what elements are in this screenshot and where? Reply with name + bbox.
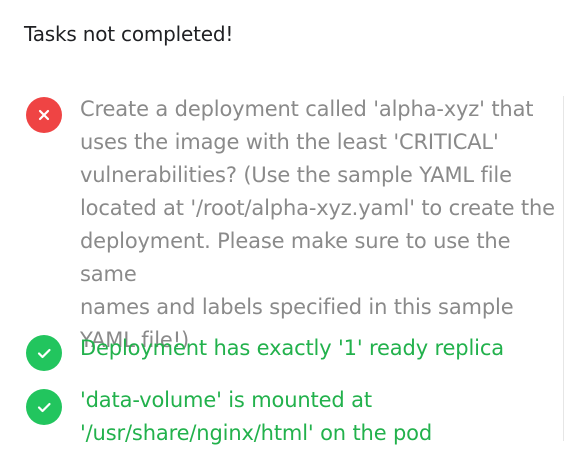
scrollbar-track: [563, 96, 564, 441]
task-description: Create a deployment called 'alpha-xyz' t…: [80, 97, 555, 352]
task-item-passed: 'data-volume' is mounted at '/usr/share/…: [0, 384, 563, 454]
task-description: 'data-volume' is mounted at '/usr/share/…: [80, 388, 433, 445]
task-results-panel: Tasks not completed! Create a deployment…: [0, 0, 565, 469]
check-icon: [26, 389, 62, 425]
task-item-passed: Deployment has exactly '1' ready replica: [0, 332, 563, 372]
page-title: Tasks not completed!: [24, 22, 234, 46]
task-description: Deployment has exactly '1' ready replica: [80, 336, 504, 360]
task-item-failed: Create a deployment called 'alpha-xyz' t…: [0, 93, 563, 352]
x-icon: [26, 97, 62, 133]
check-icon: [26, 335, 62, 371]
